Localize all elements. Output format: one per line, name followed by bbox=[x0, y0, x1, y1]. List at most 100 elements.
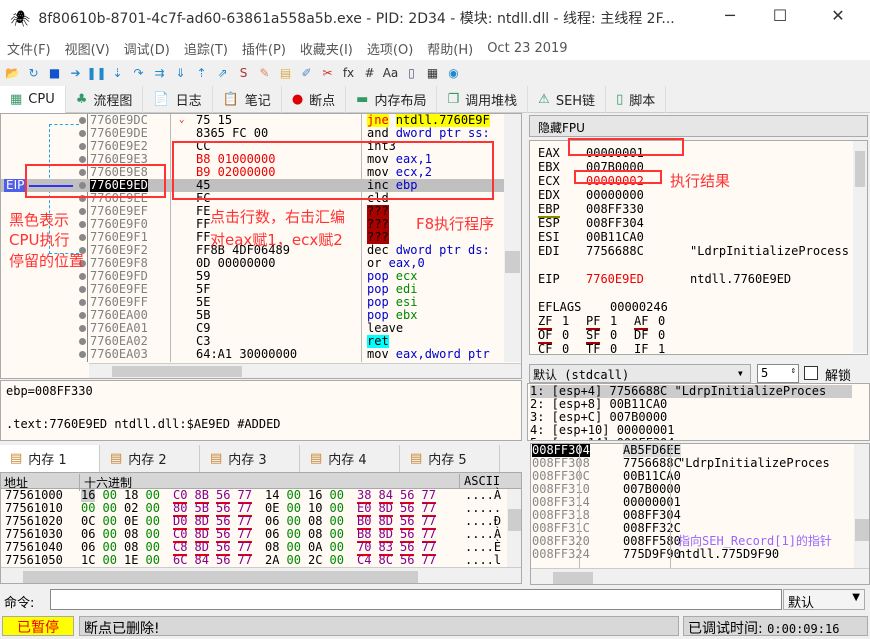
disasm-row[interactable]: 7760E9FD 59 pop ecx bbox=[1, 270, 504, 283]
hide-fpu-button[interactable]: 隐藏FPU bbox=[529, 115, 868, 137]
flag-value[interactable]: 0 bbox=[610, 342, 617, 356]
hex-byte[interactable]: 00 bbox=[146, 554, 160, 567]
stack-pane[interactable]: 008FF304 AB5FD6EE 008FF308 7756688C "LdrpIni… bbox=[530, 443, 870, 585]
reg-value-edx[interactable]: 00000000 bbox=[586, 188, 644, 202]
hex-byte[interactable]: 77 bbox=[238, 554, 252, 567]
memory-dump-pane[interactable]: 地址 十六进制 ASCII 77561000 16 00 18 00 C0 8B 56 77 14… bbox=[0, 472, 522, 584]
label-icon[interactable]: ✐ bbox=[298, 65, 315, 82]
flag-value[interactable]: 0 bbox=[658, 328, 665, 342]
execute-till-return-icon[interactable]: ⇡ bbox=[193, 65, 210, 82]
hex-byte[interactable]: 8C bbox=[379, 554, 393, 567]
step-over-icon[interactable]: ↷ bbox=[130, 65, 147, 82]
reg-value-ebp[interactable]: 008FF330 bbox=[586, 202, 644, 216]
breakpoint-dot[interactable] bbox=[79, 156, 86, 163]
memory-vscroll[interactable] bbox=[507, 489, 521, 567]
reg-value-esi[interactable]: 00B11CA0 bbox=[586, 230, 644, 244]
call-arg[interactable]: 5: [esp+14] 008FF304 bbox=[530, 437, 852, 441]
hex-byte[interactable]: 56 bbox=[400, 554, 414, 567]
menu-item[interactable]: 视图(V) bbox=[65, 39, 110, 58]
menu-item[interactable]: 文件(F) bbox=[7, 39, 51, 58]
breakpoint-dot[interactable] bbox=[79, 351, 86, 358]
hex-byte[interactable]: C4 bbox=[357, 554, 371, 567]
tab-4[interactable]: ● 断点 bbox=[282, 86, 347, 113]
function-icon[interactable]: fx bbox=[340, 65, 357, 82]
flag-value[interactable]: 1 bbox=[610, 314, 617, 328]
unlock-checkbox[interactable] bbox=[804, 366, 818, 380]
tab-6[interactable]: ❐ 调用堆栈 bbox=[437, 86, 529, 113]
maximize-button[interactable]: ☐ bbox=[765, 6, 795, 25]
memory-tab-5[interactable]: ▤ 内存 5 bbox=[400, 445, 500, 472]
tab-5[interactable]: ▬ 内存布局 bbox=[346, 86, 438, 113]
hex-byte[interactable]: 00 bbox=[103, 554, 117, 567]
menu-item[interactable]: 调试(D) bbox=[124, 39, 170, 58]
flag-value[interactable]: 1 bbox=[562, 314, 569, 328]
tab-8[interactable]: ▯ 脚本 bbox=[606, 86, 667, 113]
disasm-row[interactable]: 7760E9FE 5F pop edi bbox=[1, 283, 504, 296]
breakpoint-dot[interactable] bbox=[79, 325, 86, 332]
stop-icon[interactable]: ■ bbox=[46, 65, 63, 82]
bookmark-icon[interactable]: ✂ bbox=[319, 65, 336, 82]
command-mode-select[interactable]: 默认 ▼ bbox=[783, 589, 865, 611]
strings-icon[interactable]: Aa bbox=[382, 65, 399, 82]
hash-icon[interactable]: # bbox=[361, 65, 378, 82]
reg-value-edi[interactable]: 7756688C bbox=[586, 244, 644, 258]
eflags-value[interactable]: 00000246 bbox=[610, 300, 668, 314]
disasm-row[interactable]: 7760E9DE 8365 FC 00 and dword ptr ss: bbox=[1, 127, 504, 140]
memory-tab-1[interactable]: ▤ 内存 1 bbox=[0, 445, 100, 472]
open-icon[interactable]: 📂 bbox=[4, 65, 21, 82]
stack-hscroll[interactable] bbox=[531, 568, 869, 584]
disasm-row[interactable]: 7760EA03 64:A1 30000000 mov eax,dword ptr bbox=[1, 348, 504, 361]
disasm-vscroll[interactable] bbox=[504, 114, 521, 362]
reg-value-eip[interactable]: 7760E9ED bbox=[586, 272, 644, 286]
globe-icon[interactable]: ◉ bbox=[445, 65, 462, 82]
command-input[interactable] bbox=[50, 589, 782, 610]
hex-byte[interactable]: 2C bbox=[308, 554, 322, 567]
flag-value[interactable]: 1 bbox=[658, 342, 665, 356]
menu-item[interactable]: 插件(P) bbox=[242, 39, 286, 58]
hex-byte[interactable]: 84 bbox=[195, 554, 209, 567]
menu-item[interactable]: 选项(O) bbox=[367, 39, 413, 58]
run-to-user-code-icon[interactable]: ⇗ bbox=[214, 65, 231, 82]
restart-icon[interactable]: ↻ bbox=[25, 65, 42, 82]
menu-item[interactable]: 追踪(T) bbox=[184, 39, 228, 58]
breakpoint-dot[interactable] bbox=[79, 143, 86, 150]
flag-value[interactable]: 0 bbox=[562, 328, 569, 342]
arg-count-spinner[interactable]: 5 ⇕ bbox=[757, 364, 799, 383]
tab-2[interactable]: 📄 日志 bbox=[143, 86, 213, 113]
reg-value-esp[interactable]: 008FF304 bbox=[586, 216, 644, 230]
hex-byte[interactable]: 1E bbox=[124, 554, 138, 567]
trace-over-icon[interactable]: ⇓ bbox=[172, 65, 189, 82]
calculator-icon[interactable]: ▦ bbox=[424, 65, 441, 82]
flag-value[interactable]: 0 bbox=[658, 314, 665, 328]
hex-byte[interactable]: 00 bbox=[287, 554, 301, 567]
memory-row[interactable]: 77561050 1C 00 1E 00 6C 84 56 77 2A 00 2C 00 C4 8C 56 77… bbox=[1, 554, 507, 567]
hex-byte[interactable]: 56 bbox=[216, 554, 230, 567]
breakpoint-dot[interactable] bbox=[79, 273, 86, 280]
trace-into-icon[interactable]: ⇉ bbox=[151, 65, 168, 82]
breakpoint-dot[interactable] bbox=[79, 338, 86, 345]
calling-convention-select[interactable]: 默认 (stdcall) ▾ bbox=[529, 364, 751, 383]
flag-value[interactable]: 0 bbox=[610, 328, 617, 342]
breakpoint-dot[interactable] bbox=[79, 286, 86, 293]
tab-1[interactable]: ♣ 流程图 bbox=[66, 86, 144, 113]
flag-value[interactable]: 0 bbox=[562, 342, 569, 356]
disasm-hscroll[interactable] bbox=[89, 363, 521, 378]
comment-icon[interactable]: ▤ bbox=[277, 65, 294, 82]
menu-item[interactable]: 帮助(H) bbox=[427, 39, 473, 58]
breakpoint-dot[interactable] bbox=[79, 312, 86, 319]
breakpoint-dot[interactable] bbox=[79, 130, 86, 137]
breakpoint-dot[interactable] bbox=[79, 299, 86, 306]
memory-tab-3[interactable]: ▤ 内存 3 bbox=[200, 445, 300, 472]
hex-byte[interactable]: 00 bbox=[330, 554, 344, 567]
disasm-row[interactable]: 7760E9FF 5E pop esi bbox=[1, 296, 504, 309]
run-icon[interactable]: ➔ bbox=[67, 65, 84, 82]
stack-vscroll[interactable] bbox=[854, 444, 869, 568]
tab-7[interactable]: ⚠ SEH链 bbox=[528, 86, 607, 113]
calculator-device-icon[interactable]: ▯ bbox=[403, 65, 420, 82]
regs-vscroll[interactable] bbox=[853, 141, 867, 353]
patch-icon[interactable]: ✎ bbox=[256, 65, 273, 82]
menu-item[interactable]: 收藏夹(I) bbox=[300, 39, 353, 58]
breakpoint-dot[interactable] bbox=[79, 117, 86, 124]
pause-icon[interactable]: ❚❚ bbox=[86, 65, 106, 82]
hex-byte[interactable]: 77 bbox=[422, 554, 436, 567]
